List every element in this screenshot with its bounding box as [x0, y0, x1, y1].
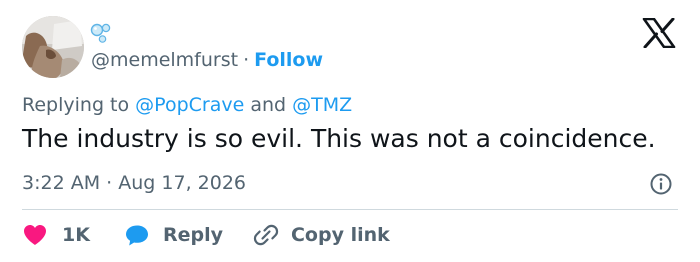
mention-tmz[interactable]: @TMZ: [292, 94, 352, 116]
speech-bubble-icon: [125, 225, 148, 246]
tweet-date: Aug 17, 2026: [118, 172, 246, 194]
copy-link-button[interactable]: Copy link: [253, 222, 390, 248]
embedded-tweet-card: @memelmfurst · Follow Replying to @PopCrav…: [0, 0, 700, 262]
copy-link-label: Copy link: [290, 224, 390, 246]
reply-button[interactable]: Reply: [124, 223, 223, 247]
like-count: 1K: [62, 224, 90, 246]
tweet-timestamp[interactable]: 3:22 AM · Aug 17, 2026: [22, 171, 246, 195]
link-icon: [253, 224, 279, 246]
reply-context: Replying to @PopCrave and @TMZ: [22, 93, 352, 117]
author-handle-row: @memelmfurst · Follow: [91, 48, 323, 72]
avatar[interactable]: [22, 16, 84, 78]
reply-context-conjunction: and: [250, 94, 287, 116]
divider: [22, 209, 678, 210]
like-button[interactable]: 1K: [22, 223, 90, 247]
x-logo-icon[interactable]: [642, 18, 676, 48]
reply-context-prefix: Replying to: [22, 94, 130, 116]
follow-button[interactable]: Follow: [254, 49, 323, 71]
action-bar: 1K Reply Copy link: [22, 220, 390, 250]
reply-label: Reply: [162, 224, 223, 246]
info-icon[interactable]: [649, 172, 673, 196]
author-handle[interactable]: @memelmfurst: [91, 49, 238, 71]
handle-separator-dot: ·: [243, 49, 250, 71]
tweet-time: 3:22 AM: [22, 172, 101, 194]
bubbles-emoji-icon: [90, 23, 111, 43]
heart-icon: [24, 225, 46, 245]
tweet-text: The industry is so evil. This was not a …: [22, 124, 656, 153]
timestamp-separator: ·: [106, 172, 113, 194]
display-name[interactable]: [88, 21, 114, 45]
mention-popcrave[interactable]: @PopCrave: [135, 94, 244, 116]
